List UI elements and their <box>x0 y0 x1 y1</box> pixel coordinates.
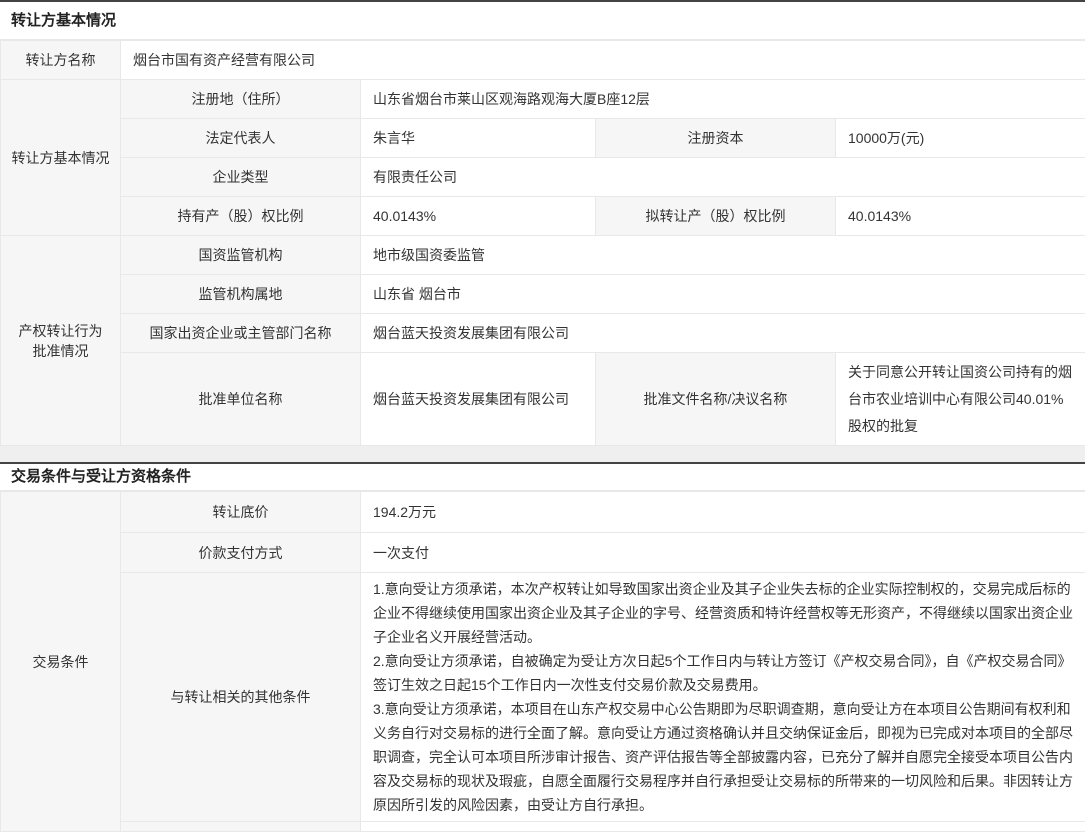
registered-capital-value: 10000万(元) <box>836 119 1085 158</box>
table-row: 转让方基本情况 注册地（住所） 山东省烟台市莱山区观海路观海大厦B座12层 <box>1 80 1085 119</box>
table-row: 产权转让行为 批准情况 国资监管机构 地市级国资委监管 <box>1 236 1085 275</box>
transferor-name-label: 转让方名称 <box>1 41 121 80</box>
transferor-name-value: 烟台市国有资产经营有限公司 <box>121 41 1085 80</box>
next-row-value-cell <box>361 822 1085 832</box>
section-title-transferor: 转让方基本情况 <box>0 2 1085 40</box>
regulator-region-label: 监管机构属地 <box>121 275 361 314</box>
table-row: 国家出资企业或主管部门名称 烟台蓝天投资发展集团有限公司 <box>1 314 1085 353</box>
table-row: 批准单位名称 烟台蓝天投资发展集团有限公司 批准文件名称/决议名称 关于同意公开… <box>1 353 1085 446</box>
approval-doc-label: 批准文件名称/决议名称 <box>596 353 836 446</box>
basic-group-label: 转让方基本情况 <box>1 80 121 236</box>
table-row: 监管机构属地 山东省 烟台市 <box>1 275 1085 314</box>
transferor-info-section: 转让方基本情况 转让方名称 烟台市国有资产经营有限公司 转让方基本情况 注册地（… <box>0 0 1085 446</box>
company-type-value: 有限责任公司 <box>361 158 1085 197</box>
regulator-region-value: 山东省 烟台市 <box>361 275 1085 314</box>
payment-method-value: 一次支付 <box>361 533 1085 573</box>
approval-group-label: 产权转让行为 批准情况 <box>1 236 121 446</box>
table-row: 法定代表人 朱言华 注册资本 10000万(元) <box>1 119 1085 158</box>
held-equity-ratio-value: 40.0143% <box>361 197 596 236</box>
approval-unit-label: 批准单位名称 <box>121 353 361 446</box>
funding-enterprise-value: 烟台蓝天投资发展集团有限公司 <box>361 314 1085 353</box>
trade-conditions-group-label: 交易条件 <box>1 492 121 832</box>
table-row: 交易条件 转让底价 194.2万元 <box>1 492 1085 533</box>
section-title-trade-conditions: 交易条件与受让方资格条件 <box>0 464 1085 491</box>
registered-address-value: 山东省烟台市莱山区观海路观海大厦B座12层 <box>361 80 1085 119</box>
other-conditions-paragraph-1: 1.意向受让方须承诺，本次产权转让如导致国家出资企业及其子企业失去标的企业实际控… <box>373 577 1073 649</box>
approval-unit-value: 烟台蓝天投资发展集团有限公司 <box>361 353 596 446</box>
legal-rep-label: 法定代表人 <box>121 119 361 158</box>
transfer-equity-ratio-label: 拟转让产（股）权比例 <box>596 197 836 236</box>
other-conditions-paragraph-2: 2.意向受让方须承诺，自被确定为受让方次日起5个工作日内与转让方签订《产权交易合… <box>373 649 1073 697</box>
trade-conditions-section: 交易条件与受让方资格条件 交易条件 转让底价 194.2万元 价款支付方式 一次… <box>0 462 1085 832</box>
trade-conditions-table: 交易条件 转让底价 194.2万元 价款支付方式 一次支付 与转让相关的其他条件… <box>0 491 1085 832</box>
company-type-label: 企业类型 <box>121 158 361 197</box>
other-conditions-value: 1.意向受让方须承诺，本次产权转让如导致国家出资企业及其子企业失去标的企业实际控… <box>361 573 1085 822</box>
regulator-label: 国资监管机构 <box>121 236 361 275</box>
floor-price-value: 194.2万元 <box>361 492 1085 533</box>
table-row: 与转让相关的其他条件 1.意向受让方须承诺，本次产权转让如导致国家出资企业及其子… <box>1 573 1085 822</box>
regulator-value: 地市级国资委监管 <box>361 236 1085 275</box>
payment-method-label: 价款支付方式 <box>121 533 361 573</box>
funding-enterprise-label: 国家出资企业或主管部门名称 <box>121 314 361 353</box>
approval-doc-value: 关于同意公开转让国资公司持有的烟台市农业培训中心有限公司40.01%股权的批复 <box>836 353 1085 446</box>
transferor-info-table: 转让方名称 烟台市国有资产经营有限公司 转让方基本情况 注册地（住所） 山东省烟… <box>0 40 1085 446</box>
table-row-partial <box>1 822 1085 832</box>
other-conditions-paragraph-3: 3.意向受让方须承诺，本项目在山东产权交易中心公告期即为尽职调查期，意向受让方在… <box>373 697 1073 817</box>
table-row: 持有产（股）权比例 40.0143% 拟转让产（股）权比例 40.0143% <box>1 197 1085 236</box>
next-row-label-cell <box>121 822 361 832</box>
table-row: 转让方名称 烟台市国有资产经营有限公司 <box>1 41 1085 80</box>
table-row: 企业类型 有限责任公司 <box>1 158 1085 197</box>
legal-rep-value: 朱言华 <box>361 119 596 158</box>
registered-address-label: 注册地（住所） <box>121 80 361 119</box>
registered-capital-label: 注册资本 <box>596 119 836 158</box>
transfer-equity-ratio-value: 40.0143% <box>836 197 1085 236</box>
held-equity-ratio-label: 持有产（股）权比例 <box>121 197 361 236</box>
floor-price-label: 转让底价 <box>121 492 361 533</box>
other-conditions-label: 与转让相关的其他条件 <box>121 573 361 822</box>
table-row: 价款支付方式 一次支付 <box>1 533 1085 573</box>
